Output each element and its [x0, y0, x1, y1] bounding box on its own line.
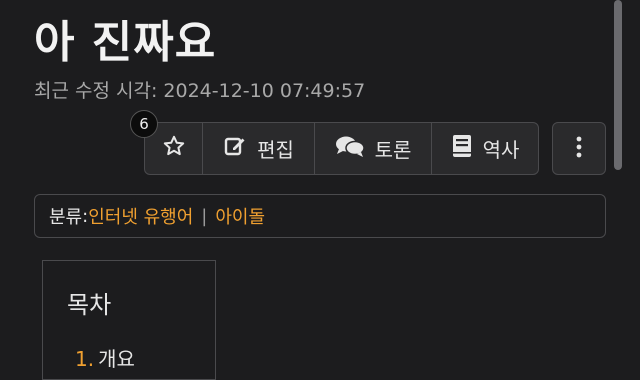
history-label: 역사 — [482, 138, 520, 162]
discuss-icon — [335, 134, 365, 163]
toc-item[interactable]: 1. 개요 — [75, 343, 135, 372]
scrollbar[interactable] — [614, 0, 622, 170]
edit-label: 편집 — [257, 138, 294, 162]
category-label: 분류 — [49, 207, 83, 228]
category-link-idol[interactable]: 아이돌 — [215, 203, 265, 229]
table-of-contents: 목차 1. 개요 — [42, 260, 216, 380]
article-toolbar: 편집 토론 역사 — [144, 122, 539, 175]
star-icon — [162, 134, 186, 163]
edit-icon — [223, 134, 247, 163]
history-button[interactable]: 역사 — [432, 123, 538, 174]
toc-title: 목차 — [67, 291, 112, 319]
category-separator: | — [201, 205, 208, 227]
star-count-badge: 6 — [130, 110, 158, 138]
history-icon — [451, 134, 473, 163]
category-link-internet-slang[interactable]: 인터넷 유행어 — [88, 203, 193, 229]
discuss-label: 토론 — [374, 138, 412, 162]
toc-item-number[interactable]: 1. — [75, 347, 94, 371]
page-title: 아 진짜요 — [34, 17, 217, 68]
toc-item-label: 개요 — [98, 347, 135, 371]
category-box: 분류: 인터넷 유행어 | 아이돌 — [34, 194, 606, 238]
edit-button[interactable]: 편집 — [203, 123, 315, 174]
more-vertical-icon — [575, 136, 583, 162]
discuss-button[interactable]: 토론 — [315, 123, 432, 174]
last-modified: 최근 수정 시각: 2024-12-10 07:49:57 — [34, 80, 366, 102]
more-options-button[interactable] — [552, 122, 606, 175]
